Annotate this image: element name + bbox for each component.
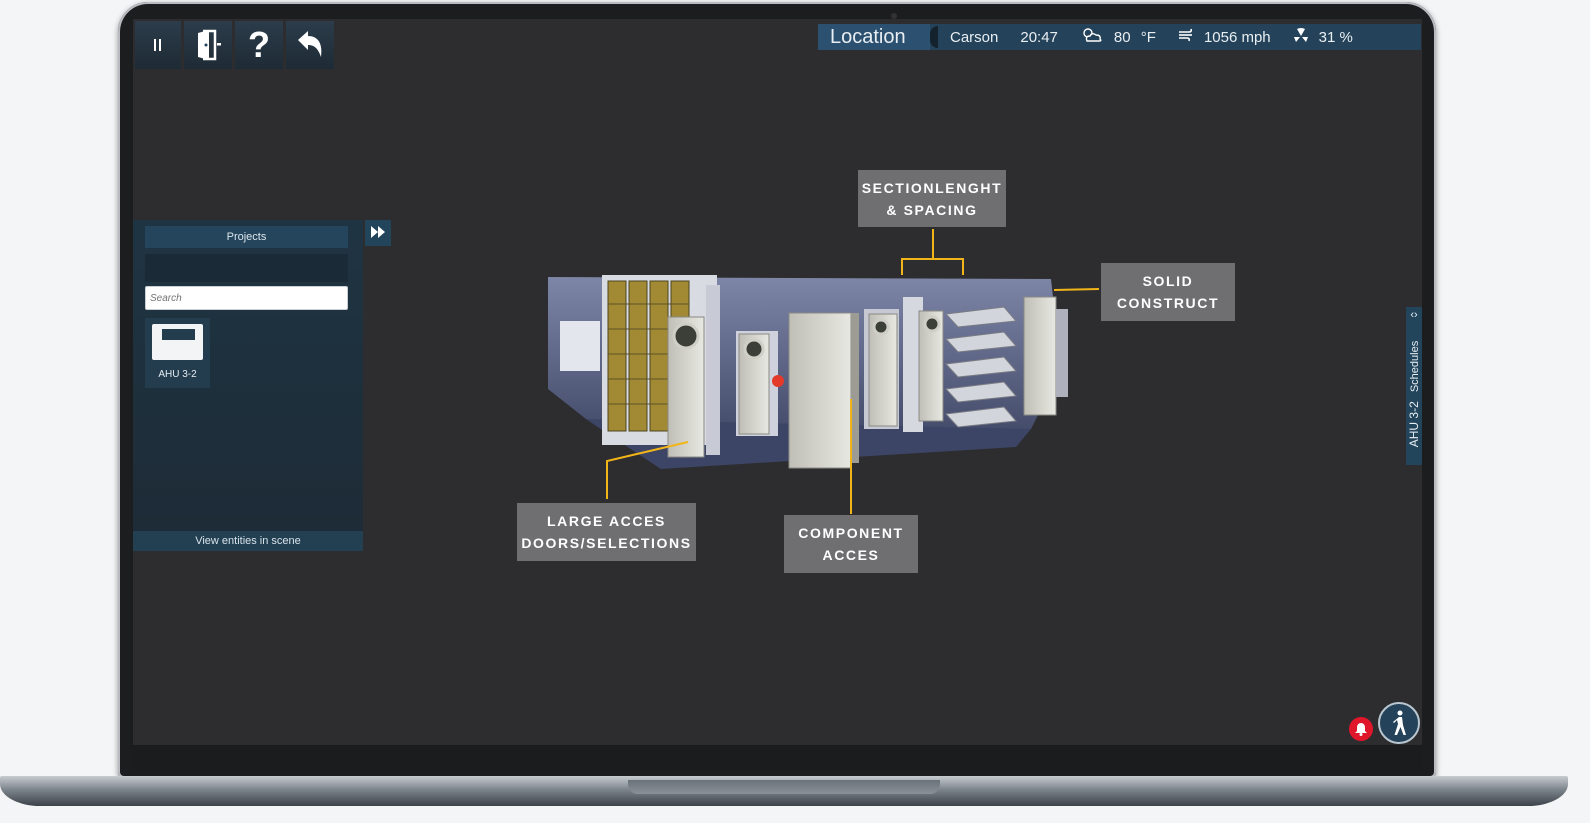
side-tab-title: AHU 3-2 [1407, 401, 1421, 448]
walking-person-icon [1393, 710, 1406, 735]
app-screen: ? Location Carson 20:47 80 °F 1056 mph 3… [133, 19, 1422, 745]
schedules-side-tab[interactable]: ‹› AHU 3-2 Schedules [1406, 307, 1422, 465]
component-access-callout: COMPONENT ACCES [784, 515, 918, 573]
solid-construct-callout: SOLID CONSTRUCT [1101, 263, 1235, 321]
walk-mode-button[interactable] [1378, 702, 1420, 744]
section-length-callout: SECTIONLENGHT & SPACING [858, 170, 1006, 227]
notifications-button[interactable] [1349, 717, 1373, 741]
screen-bezel [133, 745, 1422, 771]
large-access-callout: LARGE ACCES DOORS/SELECTIONS [517, 503, 696, 561]
expand-arrows-icon[interactable]: ‹› [1406, 309, 1422, 321]
callout-lines [606, 229, 1100, 514]
schedules-label: Schedules [1409, 340, 1421, 393]
laptop-notch [628, 780, 940, 794]
bell-icon [1355, 723, 1367, 736]
side-tab-label: AHU 3-2 Schedules [1407, 328, 1421, 460]
